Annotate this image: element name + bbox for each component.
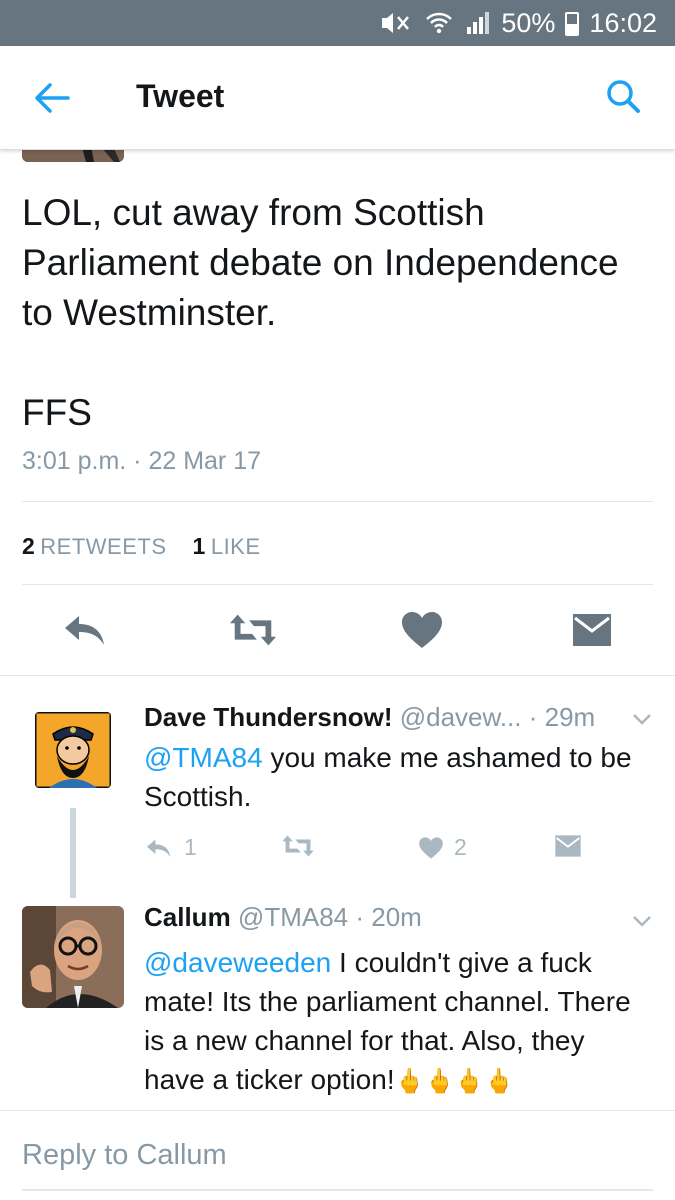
search-icon [607, 80, 640, 113]
direct-message-button[interactable] [567, 605, 617, 655]
chevron-down-icon [633, 916, 651, 927]
status-bar: 50% 16:02 [0, 0, 675, 46]
retweet-button[interactable] [281, 834, 315, 858]
reply-text: @daveweeden I couldn't give a fuck mate!… [144, 947, 631, 1095]
heart-icon [402, 612, 442, 648]
search-button[interactable] [603, 76, 645, 118]
reply-text: @TMA84 you make me ashamed to be Scottis… [144, 742, 632, 812]
mention-link[interactable]: @daveweeden [144, 947, 331, 978]
retweet-icon [282, 835, 314, 857]
reply-time: · 29m [528, 702, 596, 732]
avatar[interactable] [22, 906, 124, 1008]
reply-icon [147, 839, 171, 857]
clock: 16:02 [589, 7, 657, 38]
middle-finger-emoji: 🖕🖕🖕🖕 [394, 1068, 515, 1095]
divider [22, 501, 653, 502]
reply-tweet[interactable]: Dave Thundersnow! @davew... · 29m @TMA84… [0, 676, 675, 896]
tweet-timestamp: 3:01 p.m. · 22 Mar 17 [22, 447, 262, 475]
mention-link[interactable]: @TMA84 [144, 742, 263, 773]
reply-button[interactable]: 1 [144, 834, 197, 861]
mute-icon [382, 13, 410, 33]
wifi-icon [426, 12, 453, 34]
reply-composer: Reply to Callum [0, 1110, 675, 1200]
reply-button[interactable] [60, 605, 110, 655]
heart-icon [419, 836, 443, 859]
thread-connector [70, 808, 76, 898]
retweets-count: 2 [22, 533, 36, 559]
likes-count: 1 [192, 533, 206, 559]
reply-icon [65, 616, 104, 645]
divider [22, 584, 653, 585]
author-name[interactable]: Callum [144, 902, 231, 932]
more-options-button[interactable] [631, 910, 653, 932]
author-handle[interactable]: @davew... [400, 702, 522, 732]
tweet-actions [0, 605, 675, 660]
app-header: Tweet [0, 46, 675, 150]
direct-message-button[interactable] [554, 834, 582, 858]
reply-header: Dave Thundersnow! @davew... · 29m [144, 702, 595, 733]
arrow-left-icon [35, 83, 70, 113]
retweets-label: RETWEETS [40, 534, 167, 559]
page-title: Tweet [136, 78, 225, 114]
reply-time: · 20m [355, 902, 422, 932]
like-button[interactable] [397, 605, 447, 655]
tweet-text: LOL, cut away from Scottish Parliament d… [22, 192, 619, 433]
likes-label: LIKE [210, 534, 261, 559]
retweet-button[interactable] [228, 605, 278, 655]
battery-percent: 50% [501, 7, 556, 38]
back-button[interactable] [30, 78, 74, 118]
input-underline [22, 1189, 653, 1191]
tweet-stats: 2 RETWEETS 1 LIKE [22, 533, 261, 560]
battery-icon [565, 12, 580, 36]
reply-input[interactable]: Reply to Callum [22, 1139, 227, 1172]
reply-header: Callum @TMA84 · 20m [144, 902, 422, 933]
more-options-button[interactable] [631, 708, 653, 730]
envelope-icon [573, 614, 611, 646]
reply-actions: 1 2 [144, 834, 644, 864]
retweets-stat[interactable]: 2 RETWEETS [22, 533, 167, 560]
like-count: 2 [454, 834, 467, 860]
chevron-down-icon [633, 714, 651, 725]
retweet-icon [229, 614, 277, 646]
author-handle[interactable]: @TMA84 [238, 902, 348, 932]
avatar[interactable] [35, 712, 111, 788]
author-name[interactable]: Dave Thundersnow! [144, 702, 392, 732]
likes-stat[interactable]: 1 LIKE [193, 533, 261, 560]
reply-tweet[interactable]: Callum @TMA84 · 20m @daveweeden I couldn… [0, 896, 675, 1110]
envelope-icon [555, 835, 581, 857]
like-button[interactable]: 2 [418, 834, 467, 861]
signal-icon [467, 12, 490, 34]
reply-count: 1 [184, 834, 197, 860]
